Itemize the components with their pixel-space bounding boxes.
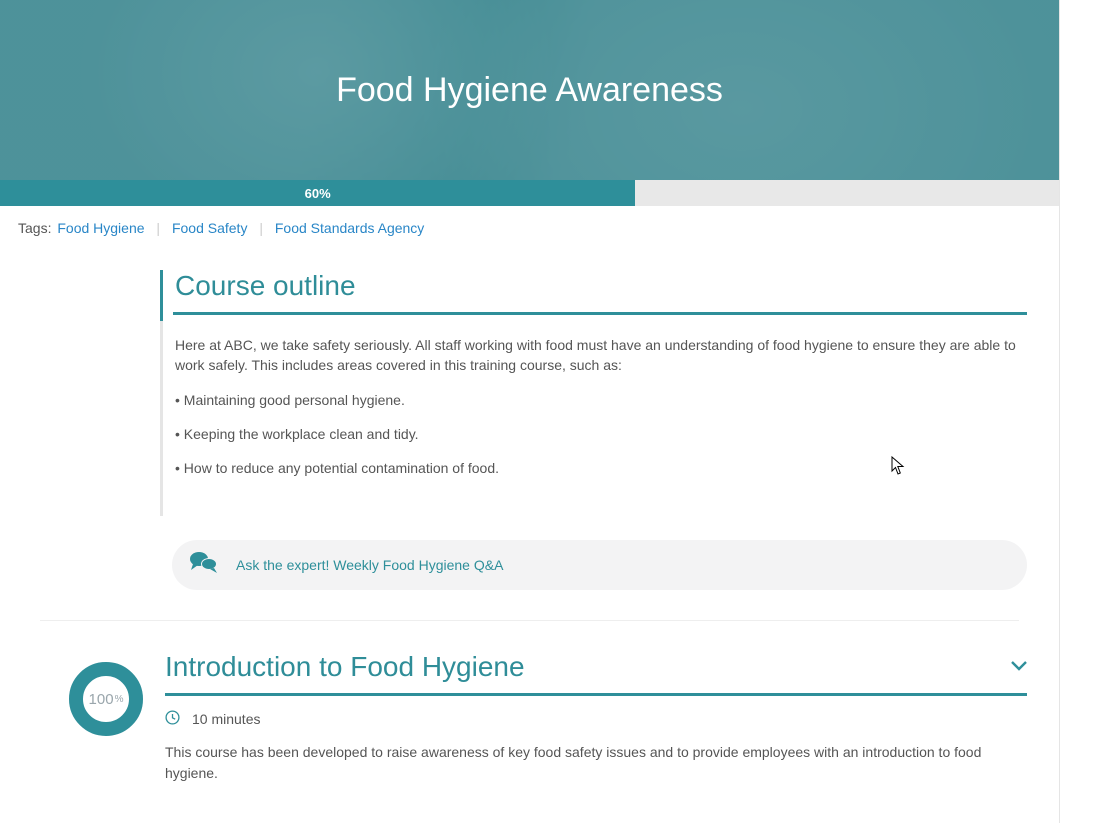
tags-row: Tags: Food Hygiene | Food Safety | Food … <box>0 206 1059 250</box>
progress-ring-value: 100 <box>89 691 114 708</box>
outline-heading: Course outline <box>175 270 1027 302</box>
progress-ring-pct: % <box>115 694 124 705</box>
module-title: Introduction to Food Hygiene <box>165 651 525 683</box>
course-hero: Food Hygiene Awareness <box>0 0 1059 180</box>
module-description: This course has been developed to raise … <box>165 742 1027 783</box>
clock-icon <box>165 710 180 728</box>
outline-bullet: • How to reduce any potential contaminat… <box>175 458 1027 478</box>
module-row: 100% Introduction to Food Hygiene <box>0 651 1059 823</box>
tag-link[interactable]: Food Hygiene <box>55 220 146 236</box>
tag-separator: | <box>259 220 263 236</box>
progress-ring-wrap: 100% <box>55 651 157 737</box>
outline-bullet: • Keeping the workplace clean and tidy. <box>175 424 1027 444</box>
ask-expert-pill[interactable]: Ask the expert! Weekly Food Hygiene Q&A <box>172 540 1027 590</box>
progress-ring-label: 100% <box>68 661 144 737</box>
outline-bullet: • Maintaining good personal hygiene. <box>175 390 1027 410</box>
progress-ring: 100% <box>68 661 144 737</box>
module-body: Introduction to Food Hygiene 10 minutes <box>165 651 1027 783</box>
outline-body: Here at ABC, we take safety seriously. A… <box>160 321 1027 516</box>
chat-icon <box>190 550 218 581</box>
tag-link[interactable]: Food Safety <box>170 220 250 236</box>
progress-bar-fill: 60% <box>0 180 635 206</box>
module-underline <box>165 693 1027 696</box>
content-column: Course outline Here at ABC, we take safe… <box>0 270 1059 590</box>
outline-intro: Here at ABC, we take safety seriously. A… <box>175 335 1027 376</box>
outline-header: Course outline <box>160 270 1027 321</box>
module-title-row: Introduction to Food Hygiene <box>165 651 1027 683</box>
tag-link[interactable]: Food Standards Agency <box>273 220 426 236</box>
course-title: Food Hygiene Awareness <box>336 71 723 110</box>
ask-expert-label: Ask the expert! Weekly Food Hygiene Q&A <box>236 557 503 573</box>
page-wrapper: Food Hygiene Awareness 60% Tags: Food Hy… <box>0 0 1060 823</box>
module-duration: 10 minutes <box>192 711 260 727</box>
heading-underline <box>173 312 1027 315</box>
progress-bar-track: 60% <box>0 180 1059 206</box>
module-duration-row: 10 minutes <box>165 710 1027 728</box>
tag-separator: | <box>156 220 160 236</box>
section-divider <box>40 620 1019 621</box>
progress-bar-label: 60% <box>305 186 331 201</box>
chevron-down-icon[interactable] <box>1011 658 1027 676</box>
tags-label: Tags: <box>18 220 51 236</box>
